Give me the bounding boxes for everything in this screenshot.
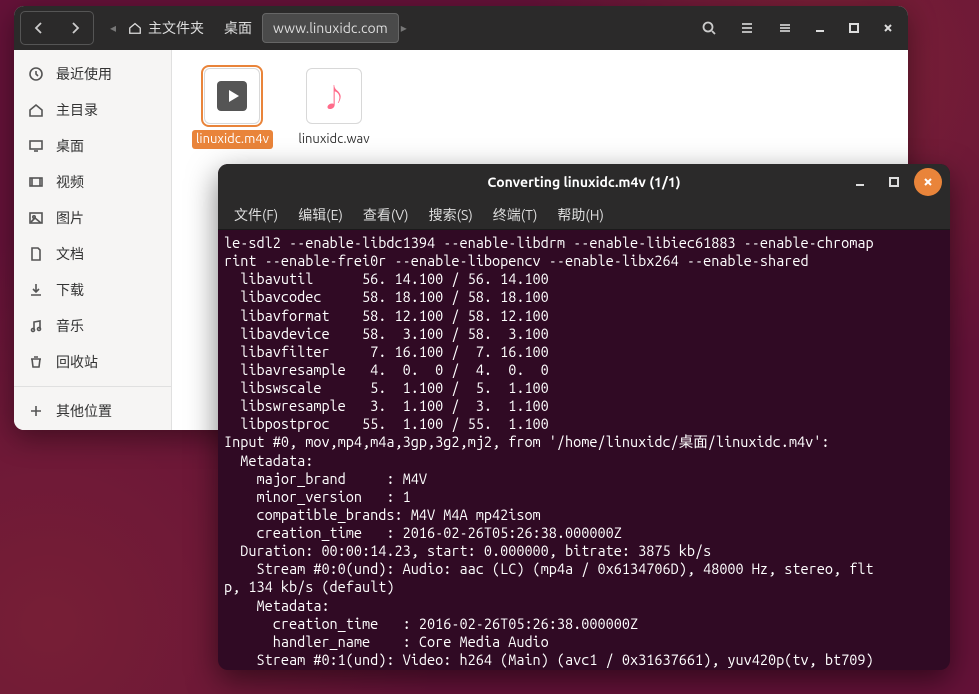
file-label: linuxidc.m4v: [192, 130, 273, 149]
file-item-audio[interactable]: ♪ linuxidc.wav: [294, 68, 374, 149]
sidebar-item-label: 下载: [56, 280, 84, 300]
sidebar-item-pictures[interactable]: 图片: [14, 200, 171, 236]
file-label: linuxidc.wav: [294, 130, 373, 149]
search-button[interactable]: [692, 13, 726, 43]
video-icon: [28, 174, 44, 190]
image-icon: [28, 210, 44, 226]
chevron-left-icon: ◂: [108, 21, 118, 35]
view-list-button[interactable]: [730, 13, 764, 43]
file-thumbnail: ♪: [306, 68, 362, 124]
document-icon: [28, 246, 44, 262]
menu-terminal[interactable]: 终端(T): [485, 201, 546, 229]
play-icon: [217, 81, 247, 111]
sidebar-item-home[interactable]: 主目录: [14, 92, 171, 128]
breadcrumb-label: www.linuxidc.com: [273, 20, 388, 36]
breadcrumb-current[interactable]: www.linuxidc.com: [262, 13, 399, 43]
sidebar-item-downloads[interactable]: 下载: [14, 272, 171, 308]
sidebar-item-label: 桌面: [56, 136, 84, 156]
search-icon: [701, 20, 717, 36]
breadcrumb-home[interactable]: 主文件夹: [118, 12, 214, 44]
terminal-title: Converting linuxidc.m4v (1/1): [487, 174, 680, 190]
music-icon: [28, 318, 44, 334]
maximize-button[interactable]: [840, 14, 868, 42]
sidebar-item-label: 主目录: [56, 100, 98, 120]
menu-file[interactable]: 文件(F): [226, 201, 286, 229]
chevron-right-icon: ▸: [399, 21, 409, 35]
hamburger-icon: [777, 20, 793, 36]
home-icon: [128, 21, 142, 35]
sidebar-item-other-locations[interactable]: 其他位置: [14, 393, 171, 429]
breadcrumb-desktop[interactable]: 桌面: [214, 12, 262, 44]
menu-edit[interactable]: 编辑(E): [290, 201, 351, 229]
terminal-menubar: 文件(F) 编辑(E) 查看(V) 搜索(S) 终端(T) 帮助(H): [218, 200, 950, 230]
home-icon: [28, 102, 44, 118]
desktop-icon: [28, 138, 44, 154]
sidebar-item-label: 视频: [56, 172, 84, 192]
sidebar-item-trash[interactable]: 回收站: [14, 344, 171, 380]
close-button[interactable]: [914, 168, 942, 196]
breadcrumb-label: 桌面: [224, 18, 252, 38]
minimize-button[interactable]: [806, 14, 834, 42]
sidebar-item-label: 最近使用: [56, 64, 112, 84]
music-note-icon: ♪: [321, 78, 347, 115]
sidebar-item-label: 回收站: [56, 352, 98, 372]
menu-search[interactable]: 搜索(S): [421, 201, 481, 229]
menu-button[interactable]: [768, 13, 802, 43]
nav-back-button[interactable]: [22, 13, 56, 43]
sidebar-item-music[interactable]: 音乐: [14, 308, 171, 344]
maximize-button[interactable]: [880, 168, 908, 196]
clock-icon: [28, 66, 44, 82]
sidebar-item-documents[interactable]: 文档: [14, 236, 171, 272]
menu-view[interactable]: 查看(V): [355, 201, 417, 229]
sidebar: 最近使用 主目录 桌面 视频 图片 文档: [14, 50, 172, 430]
trash-icon: [28, 354, 44, 370]
nav-forward-button[interactable]: [58, 13, 92, 43]
plus-icon: [28, 403, 44, 419]
minimize-button[interactable]: [846, 168, 874, 196]
download-icon: [28, 282, 44, 298]
terminal-titlebar[interactable]: Converting linuxidc.m4v (1/1): [218, 164, 950, 200]
sidebar-item-videos[interactable]: 视频: [14, 164, 171, 200]
sidebar-item-label: 音乐: [56, 316, 84, 336]
file-thumbnail: [204, 68, 260, 124]
file-manager-toolbar: ◂ 主文件夹 桌面 www.linuxidc.com ▸: [14, 6, 908, 50]
sidebar-item-label: 文档: [56, 244, 84, 264]
sidebar-item-label: 图片: [56, 208, 84, 228]
breadcrumb: ◂ 主文件夹 桌面 www.linuxidc.com ▸: [108, 12, 688, 44]
terminal-window: Converting linuxidc.m4v (1/1) 文件(F) 编辑(E…: [218, 164, 950, 670]
breadcrumb-label: 主文件夹: [148, 18, 204, 38]
close-button[interactable]: [874, 14, 902, 42]
file-item-video[interactable]: linuxidc.m4v: [192, 68, 272, 149]
sidebar-item-desktop[interactable]: 桌面: [14, 128, 171, 164]
sidebar-item-label: 其他位置: [56, 401, 112, 421]
list-icon: [739, 20, 755, 36]
sidebar-item-recent[interactable]: 最近使用: [14, 56, 171, 92]
terminal-output[interactable]: le-sdl2 --enable-libdc1394 --enable-libd…: [218, 230, 950, 670]
menu-help[interactable]: 帮助(H): [549, 201, 612, 229]
